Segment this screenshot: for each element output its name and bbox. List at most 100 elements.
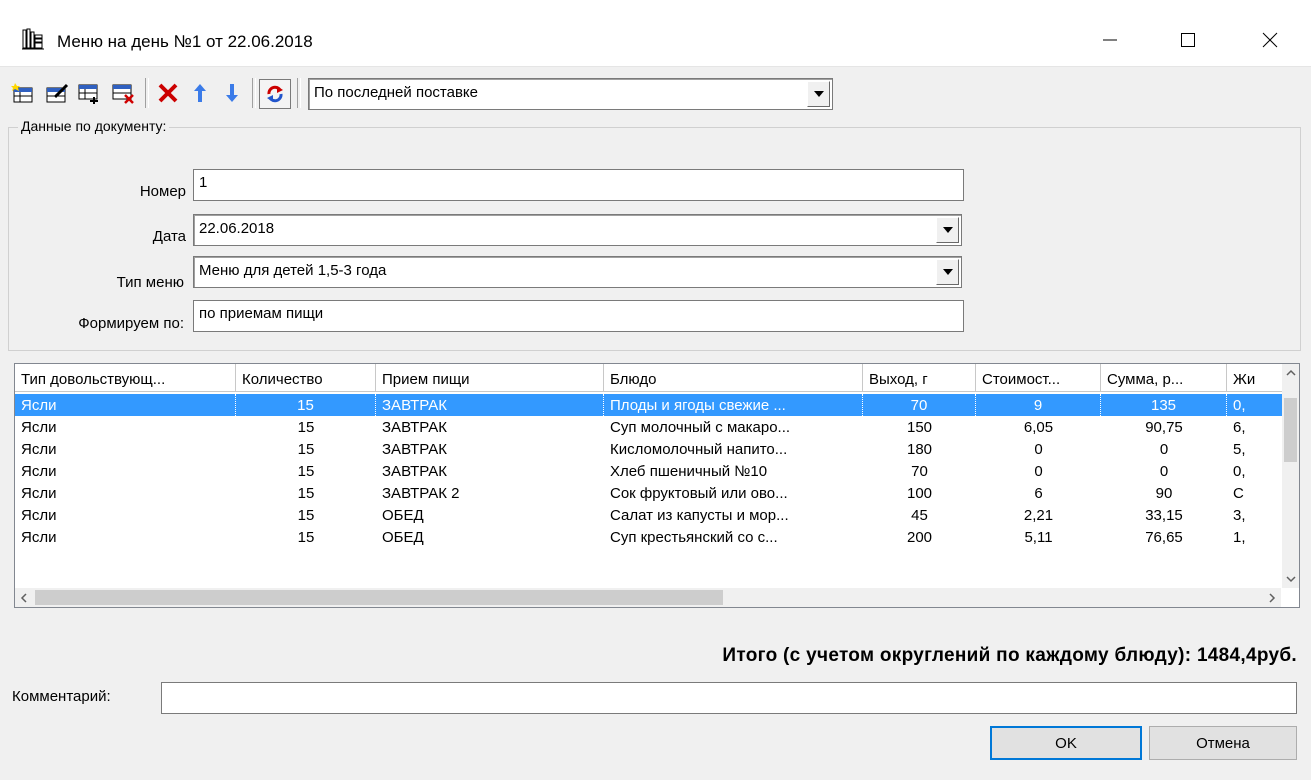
table-cell: 5, (1233, 441, 1246, 458)
maximize-icon (1181, 33, 1195, 47)
chevron-down-icon[interactable] (936, 259, 959, 285)
table-cell: 0, (1233, 463, 1246, 480)
column-header[interactable]: Тип довольствующ... (15, 364, 236, 392)
table-row[interactable]: Ясли 15 ОБЕД Суп крестьянский со с... 200 5,1… (15, 526, 1283, 548)
table-row[interactable]: Ясли 15 ЗАВТРАК Плоды и ягоды свежие ... 70 9… (15, 394, 1287, 416)
horizontal-scrollbar[interactable] (15, 588, 1281, 607)
vertical-scrollbar[interactable] (1282, 364, 1299, 588)
scroll-left-icon[interactable] (15, 588, 33, 607)
table-cell: 3, (1233, 507, 1246, 524)
table-cell: 6, (1233, 419, 1246, 436)
table-cell: 90 (1155, 485, 1173, 502)
scroll-up-icon[interactable] (1282, 364, 1299, 382)
vertical-scroll-thumb[interactable] (1284, 398, 1297, 462)
column-header[interactable]: Сумма, р... (1101, 364, 1227, 392)
form-by-label: Формируем по: (78, 315, 184, 332)
table-cell: ЗАВТРАК (376, 394, 604, 416)
table-cell: ЗАВТРАК (382, 463, 447, 480)
scroll-right-icon[interactable] (1263, 588, 1281, 607)
minimize-button[interactable] (1080, 18, 1140, 62)
title-bar: Меню на день №1 от 22.06.2018 (0, 0, 1311, 67)
table-cell: ЗАВТРАК (382, 441, 447, 458)
menu-type-select[interactable]: Меню для детей 1,5-3 года (193, 256, 962, 288)
table-cell: 15 (297, 463, 315, 480)
column-header[interactable]: Количество (236, 364, 376, 392)
table-cell: С (1233, 485, 1244, 502)
comment-field[interactable] (161, 682, 1297, 714)
table-cell: 9 (976, 394, 1101, 416)
number-value: 1 (199, 174, 208, 191)
column-header[interactable]: Жи (1227, 364, 1287, 392)
table-row[interactable]: Ясли 15 ЗАВТРАК Суп молочный с макаро... 150… (15, 416, 1283, 438)
cancel-button[interactable]: Отмена (1149, 726, 1297, 760)
menu-type-value: Меню для детей 1,5-3 года (199, 262, 387, 279)
ok-button[interactable]: OK (990, 726, 1142, 760)
table-cell: 0 (1034, 463, 1043, 480)
delete-row-icon[interactable] (110, 80, 136, 106)
table-cell: Ясли (21, 419, 57, 436)
table-row[interactable]: Ясли 15 ЗАВТРАК 2 Сок фруктовый или ово... 1… (15, 482, 1283, 504)
books-icon (22, 28, 44, 50)
table-row[interactable]: Ясли 15 ЗАВТРАК Кисломолочный напито... 180 0… (15, 438, 1283, 460)
table-cell: Ясли (21, 529, 57, 546)
table-cell: 90,75 (1145, 419, 1183, 436)
table-cell: Суп крестьянский со с... (610, 529, 778, 546)
table-cell: 0 (1159, 441, 1169, 458)
menu-items-grid[interactable]: Тип довольствующ... Количество Прием пищи Б… (14, 363, 1300, 608)
date-picker[interactable]: 22.06.2018 (193, 214, 962, 246)
table-cell: 5,11 (1024, 529, 1053, 546)
horizontal-scroll-thumb[interactable] (35, 590, 723, 605)
column-header[interactable]: Выход, г (863, 364, 976, 392)
form-by-field[interactable]: по приемам пищи (193, 300, 964, 332)
table-cell: Хлеб пшеничный №10 (610, 463, 768, 480)
edit-row-icon[interactable] (44, 80, 70, 106)
table-cell: Ясли (21, 463, 57, 480)
table-cell: 70 (911, 463, 928, 480)
close-button[interactable] (1240, 18, 1300, 62)
table-cell: 15 (297, 507, 315, 524)
window-title: Меню на день №1 от 22.06.2018 (57, 32, 313, 51)
delete-icon[interactable] (155, 80, 181, 106)
table-cell: Ясли (21, 441, 57, 458)
chevron-down-icon[interactable] (936, 217, 959, 243)
scroll-down-icon[interactable] (1282, 570, 1299, 588)
table-cell: 70 (863, 394, 976, 416)
column-header[interactable]: Стоимост... (976, 364, 1101, 392)
move-down-icon[interactable] (219, 80, 245, 106)
comment-label: Комментарий: (12, 688, 111, 705)
table-cell: Салат из капусты и мор... (610, 507, 789, 524)
table-cell: 200 (906, 529, 933, 546)
total-sum: Итого (с учетом округлений по каждому бл… (722, 645, 1297, 666)
table-cell: 15 (297, 419, 315, 436)
table-cell: 1, (1233, 529, 1246, 546)
maximize-button[interactable] (1158, 18, 1218, 62)
refresh-icon[interactable] (259, 79, 291, 109)
column-header[interactable]: Блюдо (604, 364, 863, 392)
table-cell: 15 (236, 394, 376, 416)
add-row-icon[interactable] (10, 80, 36, 106)
toolbar-separator (297, 78, 301, 108)
table-cell: 0, (1227, 394, 1287, 416)
table-cell: 0 (1034, 441, 1043, 458)
move-up-icon[interactable] (187, 80, 213, 106)
menu-type-label: Тип меню (116, 274, 184, 291)
number-field[interactable]: 1 (193, 169, 964, 201)
column-header[interactable]: Прием пищи (376, 364, 604, 392)
insert-row-icon[interactable] (76, 80, 102, 106)
table-cell: Ясли (21, 485, 57, 502)
toolbar-separator (145, 78, 149, 108)
table-cell: 6 (1034, 485, 1043, 502)
table-cell: 15 (297, 441, 315, 458)
table-cell: 180 (906, 441, 933, 458)
chevron-down-icon[interactable] (807, 81, 830, 107)
table-cell: 45 (911, 507, 928, 524)
table-row[interactable]: Ясли 15 ЗАВТРАК Хлеб пшеничный №10 70 0 0 0, (15, 460, 1283, 482)
table-cell: 15 (297, 485, 315, 502)
document-group-legend: Данные по документу: (18, 118, 170, 134)
table-cell: 100 (906, 485, 933, 502)
table-row[interactable]: Ясли 15 ОБЕД Салат из капусты и мор... 45 2,2… (15, 504, 1283, 526)
date-value: 22.06.2018 (199, 220, 275, 237)
table-cell: 76,65 (1145, 529, 1183, 546)
mode-select[interactable]: По последней поставке (308, 78, 833, 110)
table-cell: 0 (1159, 463, 1169, 480)
